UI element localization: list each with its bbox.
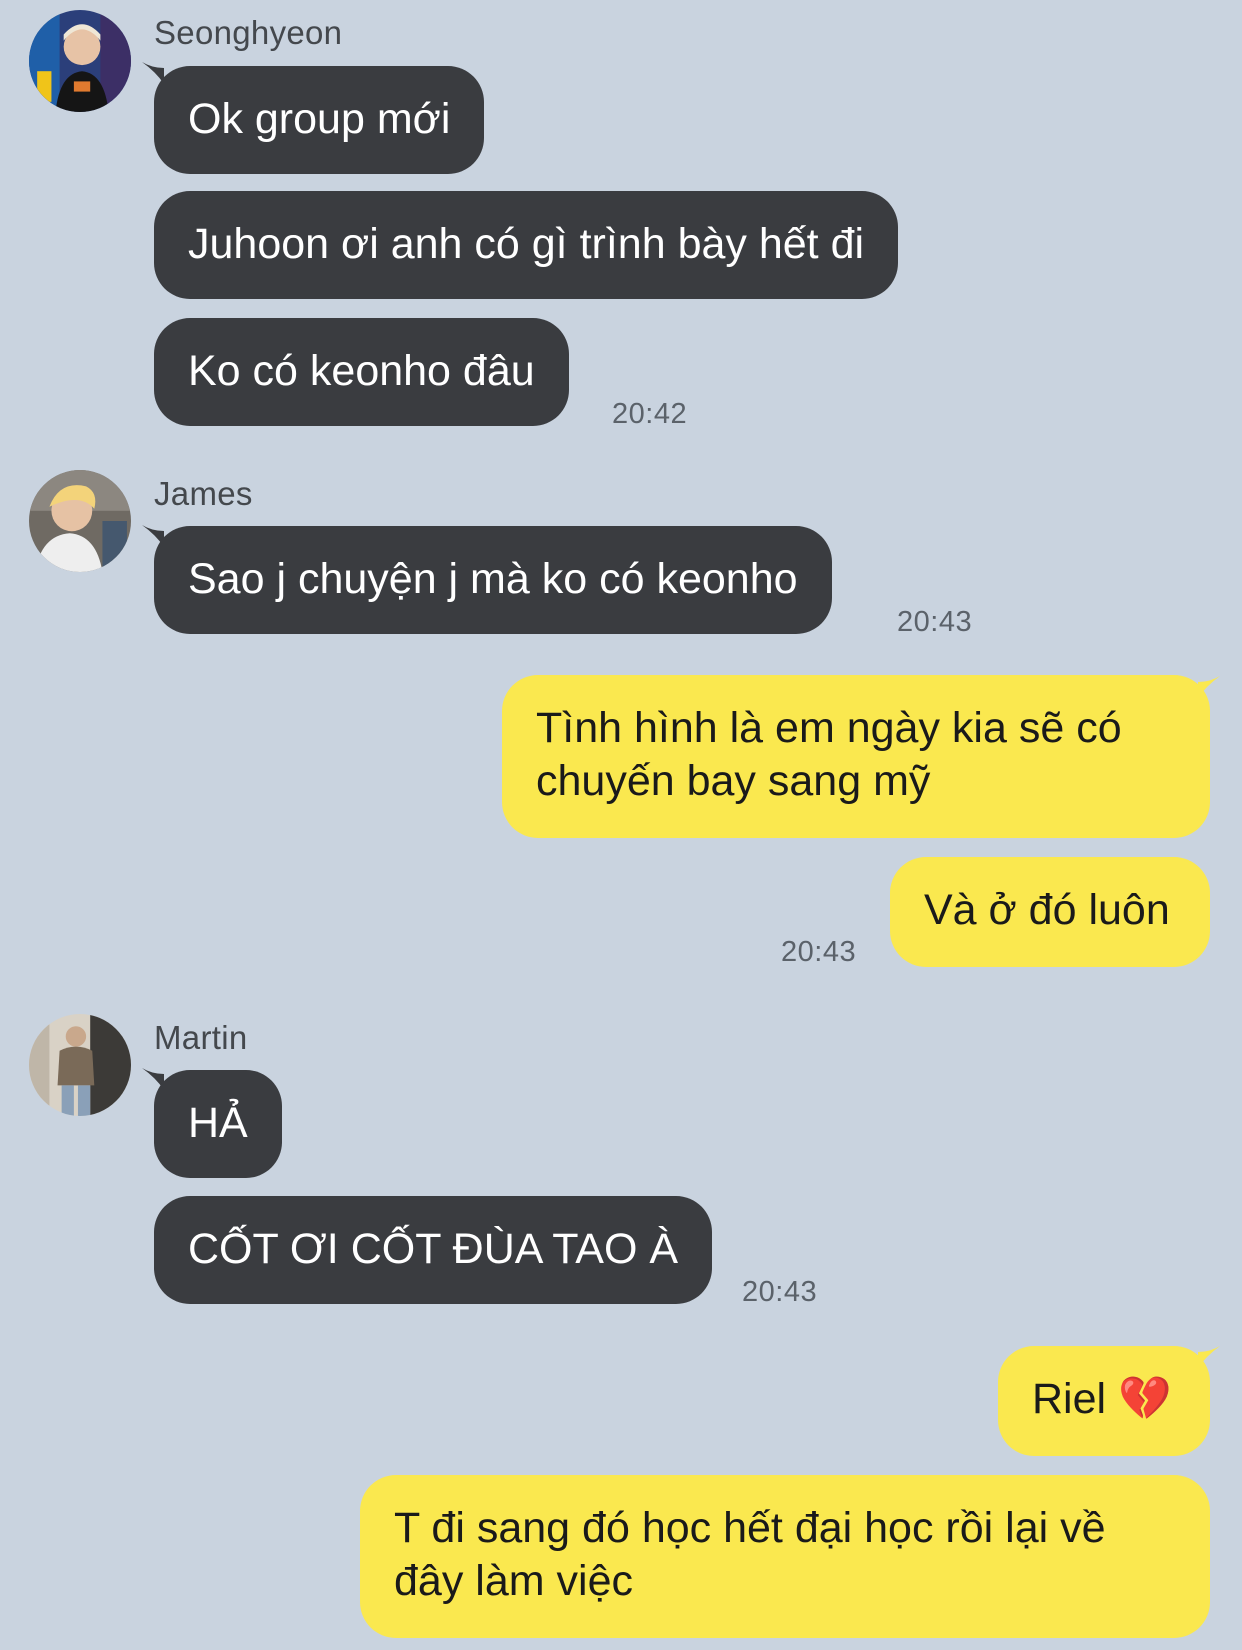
message-timestamp: 20:42: [612, 398, 688, 430]
message-bubble[interactable]: T đi sang đó học hết đại học rồi lại về …: [360, 1475, 1210, 1638]
message-bubble[interactable]: Sao j chuyện j mà ko có keonho: [154, 526, 832, 634]
message-bubble[interactable]: CỐT ƠI CỐT ĐÙA TAO À: [154, 1196, 713, 1304]
avatar-martin[interactable]: [29, 1014, 131, 1116]
avatar-photo-icon: [29, 10, 131, 112]
sender-name: James: [154, 475, 253, 512]
message-bubble[interactable]: Và ở đó luôn: [890, 857, 1210, 967]
message-bubble[interactable]: Juhoon ơi anh có gì trình bày hết đi: [154, 191, 899, 299]
message-timestamp: 20:43: [742, 1276, 818, 1308]
message-bubble[interactable]: HẢ: [154, 1070, 282, 1178]
sender-name: Martin: [154, 1019, 248, 1056]
avatar-photo-icon: [29, 1014, 131, 1116]
message-bubble[interactable]: Tình hình là em ngày kia sẽ có chuyến ba…: [502, 675, 1210, 838]
sender-name: Seonghyeon: [154, 14, 343, 51]
message-timestamp: 20:43: [781, 936, 857, 968]
message-bubble[interactable]: Ok group mới: [154, 66, 485, 174]
avatar-photo-icon: [29, 470, 131, 572]
message-bubble[interactable]: Ko có keonho đâu: [154, 318, 569, 426]
avatar-james[interactable]: [29, 470, 131, 572]
message-timestamp: 20:43: [897, 606, 973, 638]
avatar-seonghyeon[interactable]: [29, 10, 131, 112]
message-bubble[interactable]: Riel 💔: [998, 1346, 1210, 1456]
